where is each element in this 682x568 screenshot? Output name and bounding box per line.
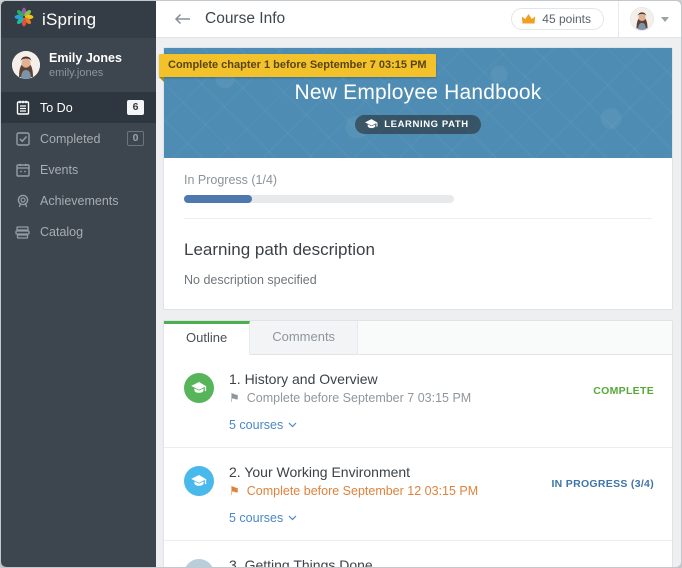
status-badge: COMPLETE [593, 385, 654, 397]
chapter-title: 2. Your Working Environment [229, 464, 411, 480]
app-window: iSpring Emily Jones emily.jones To Do 6 … [0, 0, 682, 568]
chapter-inprogress-icon [184, 466, 214, 496]
crown-icon [522, 14, 536, 24]
ispring-logo[interactable]: iSpring [1, 1, 156, 38]
sidebar-item-catalog[interactable]: Catalog [1, 216, 156, 247]
chapter-notstarted-icon [184, 559, 214, 567]
sidebar-nav: To Do 6 Completed 0 Events Achievements … [1, 92, 156, 247]
courses-expander[interactable]: 5 courses [229, 418, 297, 432]
chapter-deadline: ⚑ Complete before September 12 03:15 PM [229, 484, 479, 498]
tab-filler [358, 321, 672, 355]
deadline-tooltip: Complete chapter 1 before September 7 03… [159, 54, 436, 82]
completed-count-badge: 0 [127, 131, 144, 146]
course-title: New Employee Handbook [294, 80, 542, 104]
sidebar-item-todo[interactable]: To Do 6 [1, 92, 156, 123]
chapter-title: 1. History and Overview [229, 371, 378, 387]
graduation-cap-icon [365, 118, 378, 128]
sidebar-item-label: Achievements [40, 193, 119, 208]
sidebar-item-completed[interactable]: Completed 0 [1, 123, 156, 154]
profile-username: emily.jones [49, 67, 104, 79]
sidebar-item-label: To Do [40, 100, 73, 115]
tab-outline[interactable]: Outline [164, 321, 251, 355]
back-button[interactable] [172, 9, 192, 29]
sidebar-item-achievements[interactable]: Achievements [1, 185, 156, 216]
points-label: 45 points [542, 12, 591, 26]
content: Complete chapter 1 before September 7 03… [156, 38, 681, 567]
outline-card: Outline Comments 1. History and Overview… [163, 320, 673, 567]
account-menu[interactable] [618, 1, 681, 37]
catalog-icon [15, 224, 30, 239]
events-icon [15, 162, 30, 177]
sidebar-item-label: Events [40, 162, 79, 177]
description-heading: Learning path description [184, 240, 375, 259]
progress-bar [184, 195, 454, 203]
completed-icon [15, 131, 30, 146]
tab-bar: Outline Comments [164, 321, 672, 355]
chapter-list: 1. History and Overview ⚑ Complete befor… [164, 355, 672, 567]
learning-path-badge: LEARNING PATH [355, 114, 481, 134]
chevron-down-icon [288, 515, 297, 521]
chapter-deadline: ⚑ Complete before September 7 03:15 PM [229, 391, 472, 405]
chapter-title: 3. Getting Things Done [229, 557, 373, 567]
flag-icon: ⚑ [229, 391, 240, 405]
user-profile[interactable]: Emily Jones emily.jones [1, 38, 156, 92]
chapter-row[interactable]: 2. Your Working Environment ⚑ Complete b… [164, 447, 672, 540]
tab-comments[interactable]: Comments [250, 321, 359, 355]
description-body: No description specified [184, 273, 317, 287]
achievements-icon [15, 193, 30, 208]
sidebar: iSpring Emily Jones emily.jones To Do 6 … [1, 1, 156, 567]
sidebar-item-label: Catalog [40, 224, 84, 239]
courses-expander[interactable]: 5 courses [229, 511, 297, 525]
topbar-avatar [630, 7, 654, 31]
status-badge: IN PROGRESS (3/4) [551, 478, 654, 490]
ispring-flower-icon [14, 7, 34, 32]
user-avatar [12, 51, 40, 79]
todo-count-badge: 6 [127, 100, 144, 115]
chapter-row[interactable]: 1. History and Overview ⚑ Complete befor… [164, 355, 672, 447]
logo-text: iSpring [42, 9, 97, 29]
profile-name: Emily Jones [49, 51, 122, 65]
course-hero-card: Complete chapter 1 before September 7 03… [159, 47, 673, 310]
sidebar-item-label: Completed [40, 131, 101, 146]
chapter-row[interactable]: 3. Getting Things Done ⚑ Complete before… [164, 540, 672, 567]
chevron-down-icon [661, 16, 669, 22]
todo-icon [15, 100, 30, 115]
progress-fill [184, 195, 252, 203]
chevron-down-icon [288, 422, 297, 428]
topbar: Course Info 45 points [156, 1, 681, 38]
points-badge[interactable]: 45 points [511, 8, 604, 30]
progress-label: In Progress (1/4) [184, 173, 278, 187]
chapter-complete-icon [184, 373, 214, 403]
flag-icon: ⚑ [229, 484, 240, 498]
divider [184, 218, 652, 219]
main-area: Course Info 45 points Complete chapter 1… [156, 1, 681, 567]
page-title: Course Info [205, 10, 286, 27]
sidebar-item-events[interactable]: Events [1, 154, 156, 185]
learning-path-label: LEARNING PATH [384, 118, 469, 130]
course-banner: Complete chapter 1 before September 7 03… [159, 48, 672, 158]
